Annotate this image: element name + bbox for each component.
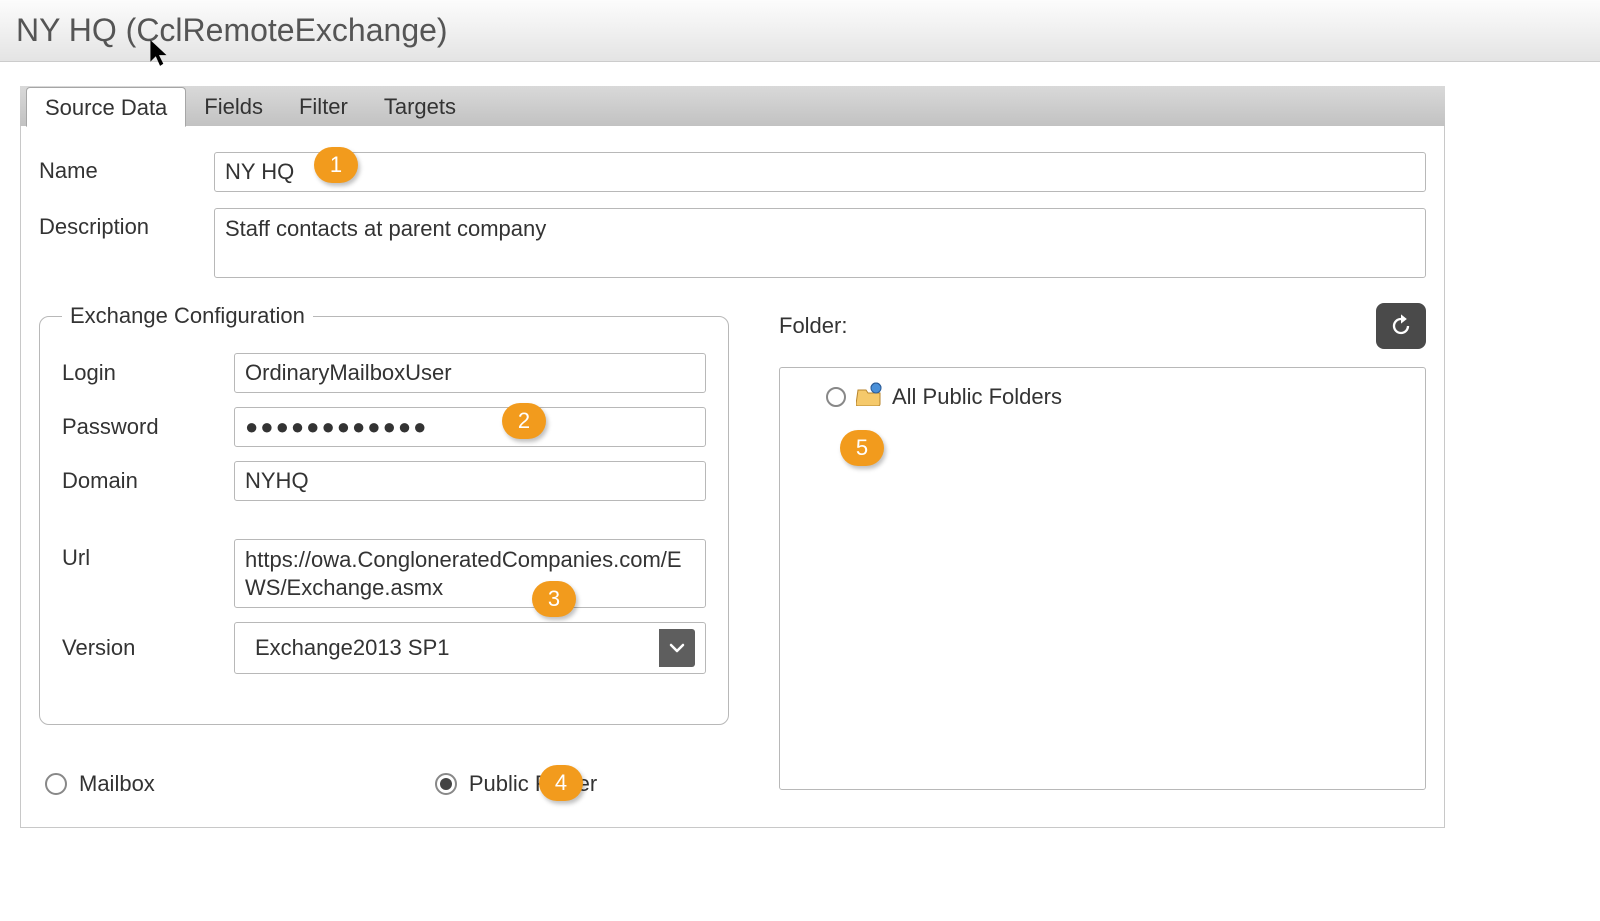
login-input[interactable] — [234, 353, 706, 393]
description-row: Description — [39, 208, 1426, 283]
window-title-bar: NY HQ (CclRemoteExchange) — [0, 0, 1600, 62]
tab-fields[interactable]: Fields — [186, 86, 281, 126]
refresh-icon — [1387, 312, 1415, 340]
tab-strip: Source Data Fields Filter Targets — [20, 86, 1445, 126]
chevron-down-icon — [659, 629, 695, 667]
version-row: Version Exchange2013 SP1 — [62, 622, 706, 674]
source-data-panel: Name 1 Description Exchange Configuratio… — [20, 126, 1445, 828]
version-value: Exchange2013 SP1 — [245, 629, 659, 667]
folder-header: Folder: — [779, 303, 1426, 349]
exchange-fieldset: Exchange Configuration Login Password 2 … — [39, 303, 729, 725]
callout-5: 5 — [840, 430, 884, 466]
folder-tree[interactable]: All Public Folders 5 — [779, 367, 1426, 790]
folder-column: Folder: — [779, 303, 1426, 797]
description-label: Description — [39, 208, 214, 240]
url-row: Url https://owa.CongloneratedCompanies.c… — [62, 539, 706, 608]
window-title: NY HQ (CclRemoteExchange) — [16, 12, 448, 49]
password-input[interactable] — [234, 407, 706, 447]
tab-targets[interactable]: Targets — [366, 86, 474, 126]
radio-public-folder[interactable]: Public Folder — [435, 771, 597, 797]
version-select[interactable]: Exchange2013 SP1 — [234, 622, 706, 674]
login-row: Login — [62, 353, 706, 393]
name-row: Name 1 — [39, 152, 1426, 192]
radio-icon — [435, 773, 457, 795]
tab-label: Fields — [204, 94, 263, 120]
domain-row: Domain — [62, 461, 706, 501]
exchange-legend: Exchange Configuration — [62, 303, 313, 329]
domain-input[interactable] — [234, 461, 706, 501]
tab-source-data[interactable]: Source Data — [26, 87, 186, 127]
tab-label: Source Data — [45, 95, 167, 121]
url-label: Url — [62, 539, 234, 571]
tab-label: Filter — [299, 94, 348, 120]
url-input[interactable]: https://owa.CongloneratedCompanies.com/E… — [234, 539, 706, 608]
description-input[interactable] — [214, 208, 1426, 278]
name-label: Name — [39, 152, 214, 184]
exchange-column: Exchange Configuration Login Password 2 … — [39, 303, 729, 797]
tree-root-label: All Public Folders — [892, 384, 1062, 410]
version-label: Version — [62, 635, 234, 661]
password-label: Password — [62, 414, 234, 440]
radio-public-folder-label: Public Folder — [469, 771, 597, 797]
refresh-button[interactable] — [1376, 303, 1426, 349]
content-area: Source Data Fields Filter Targets Name 1… — [20, 86, 1600, 828]
domain-label: Domain — [62, 468, 234, 494]
tab-label: Targets — [384, 94, 456, 120]
login-label: Login — [62, 360, 234, 386]
folder-title: Folder: — [779, 313, 847, 339]
tree-root-item[interactable]: All Public Folders — [794, 382, 1411, 412]
radio-icon — [45, 773, 67, 795]
radio-mailbox-label: Mailbox — [79, 771, 155, 797]
name-input[interactable] — [214, 152, 1426, 192]
radio-icon — [826, 387, 846, 407]
radio-mailbox[interactable]: Mailbox — [45, 771, 155, 797]
password-row: Password 2 — [62, 407, 706, 447]
folder-type-radiogroup: Mailbox Public Folder 4 — [39, 771, 729, 797]
tab-filter[interactable]: Filter — [281, 86, 366, 126]
public-folders-icon — [856, 382, 882, 412]
